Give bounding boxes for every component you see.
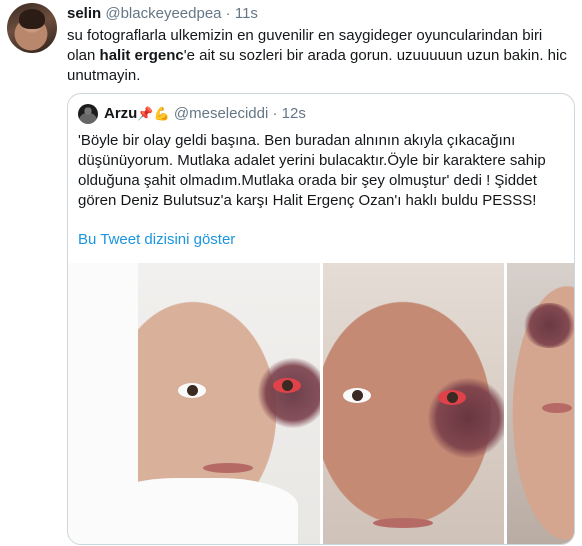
eye-right-injured [273,378,301,393]
photo-grid [68,263,574,544]
photo-3[interactable] [507,263,574,544]
quoted-tweet[interactable]: Arzu📌💪 @meseleciddi · 12s 'Böyle bir ola… [67,93,575,545]
author-handle[interactable]: @blackeyeedpea [105,5,221,22]
eye-left [343,388,371,403]
lips [203,463,253,473]
quoted-author-name: Arzu [104,105,138,122]
quoted-avatar [78,104,98,124]
tweet-text-bold: halit ergenc [99,47,184,64]
tweet-text: su fotograflarla ulkemizin en guvenilir … [67,26,567,86]
avatar[interactable] [7,3,57,53]
tweet-time[interactable]: 11s [235,5,258,22]
quoted-time: 12s [281,105,306,122]
bruise [522,303,574,348]
towel-bottom-shape [98,478,298,544]
quoted-author-handle: @meseleciddi [173,105,269,122]
pin-muscle-emoji-icon: 📌💪 [137,106,170,121]
bruise [428,378,504,458]
show-thread-link[interactable]: Bu Tweet dizisini göster [78,231,235,249]
tweet-header: selin @blackeyeedpea · 11s [67,5,258,23]
lips [373,518,433,528]
quoted-header: Arzu📌💪 @meseleciddi · 12s [104,105,306,123]
eye-right-injured [438,390,466,405]
separator-dot: · [225,5,231,22]
photo-1[interactable] [68,263,320,544]
author-name[interactable]: selin [67,5,101,22]
photo-2[interactable] [323,263,504,544]
tweet[interactable]: selin @blackeyeedpea · 11s su fotografla… [0,0,582,546]
quoted-separator-dot: · [272,105,278,122]
lips [542,403,572,413]
bruise [258,358,320,428]
quoted-text: 'Böyle bir olay geldi başına. Ben burada… [78,132,546,209]
eye-left [178,383,206,398]
